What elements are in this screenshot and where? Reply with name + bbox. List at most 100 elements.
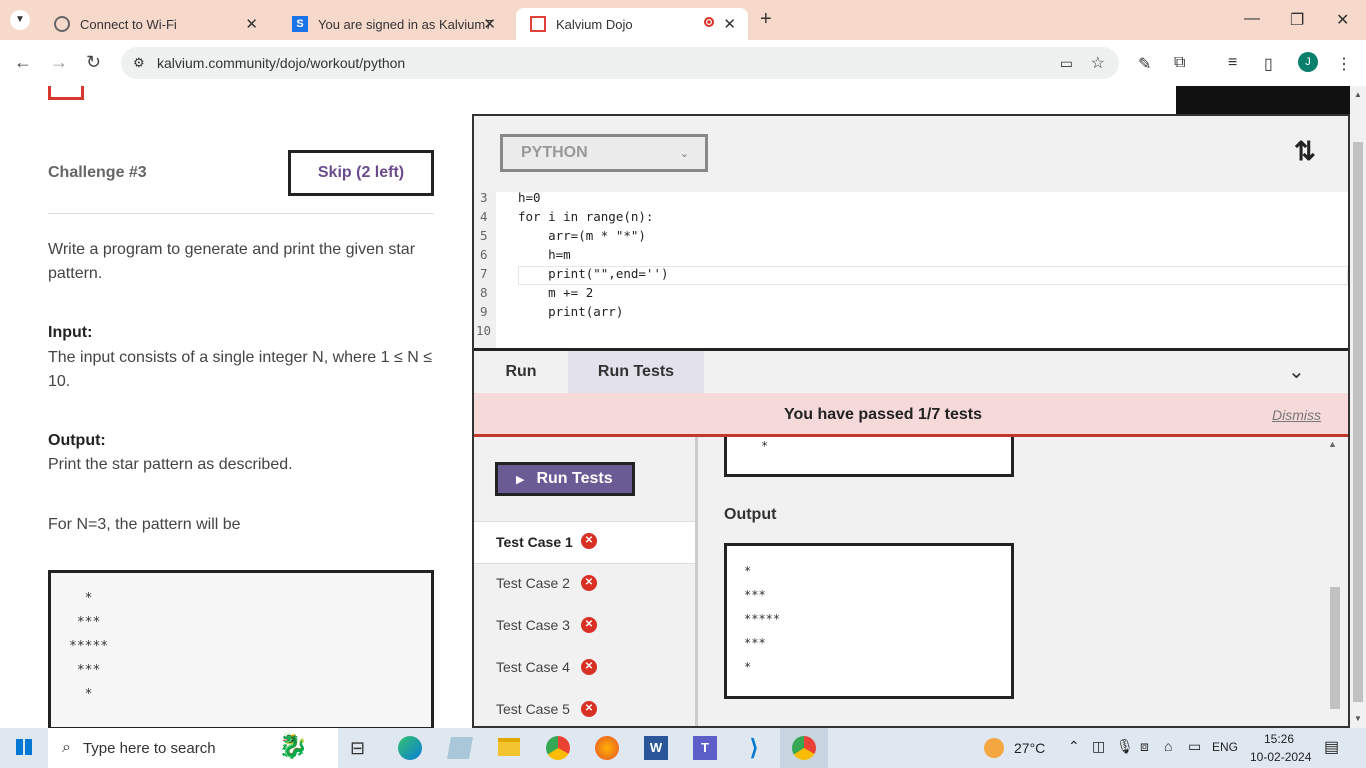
webcam-icon[interactable]: ⧈ bbox=[1140, 738, 1149, 755]
code-line: 10 bbox=[474, 323, 1348, 342]
network-icon[interactable]: ⌂ bbox=[1164, 738, 1172, 754]
reload-icon[interactable]: ↻ bbox=[86, 52, 101, 73]
test-case-item[interactable]: Test Case 4 ✕ bbox=[474, 647, 695, 689]
scroll-up-icon[interactable]: ▲ bbox=[1354, 90, 1362, 99]
inner-scrollbar-thumb[interactable] bbox=[1330, 587, 1340, 709]
example-line: *** bbox=[69, 615, 101, 630]
tray-chevron-icon[interactable]: ⌃ bbox=[1068, 738, 1080, 755]
chrome-icon[interactable] bbox=[546, 736, 570, 760]
media-icon[interactable]: ≡ bbox=[1228, 54, 1237, 72]
microphone-icon[interactable]: 🎙 bbox=[1116, 738, 1134, 755]
file-explorer-icon[interactable] bbox=[498, 738, 520, 756]
tab-title: You are signed in as Kalvium7 bbox=[318, 16, 493, 32]
tab-run-label: Run bbox=[505, 363, 537, 380]
fail-icon: ✕ bbox=[581, 659, 597, 675]
skip-button[interactable]: Skip (2 left) bbox=[288, 150, 434, 196]
bookmark-star-icon[interactable]: ☆ bbox=[1091, 53, 1105, 73]
page-scrollbar-thumb[interactable] bbox=[1353, 142, 1363, 702]
teams-icon[interactable]: T bbox=[693, 736, 717, 760]
swap-layout-icon[interactable]: ⇅ bbox=[1294, 136, 1316, 167]
run-tests-button[interactable]: ▶ Run Tests bbox=[495, 462, 635, 496]
scroll-down-icon[interactable]: ▼ bbox=[1354, 714, 1362, 723]
play-icon: ▶ bbox=[516, 473, 525, 486]
vscode-icon[interactable]: ⟩ bbox=[742, 736, 766, 760]
chrome-active-icon[interactable] bbox=[780, 728, 828, 768]
close-icon[interactable]: ✕ bbox=[723, 15, 736, 33]
task-view-icon[interactable]: ⊟ bbox=[350, 738, 365, 759]
code-line: 9 print(arr) bbox=[474, 304, 1348, 323]
avatar[interactable]: J bbox=[1298, 52, 1318, 72]
page-scrollbar[interactable]: ▲ ▼ bbox=[1350, 86, 1366, 728]
line-number: 9 bbox=[480, 304, 488, 319]
s-logo-icon: S bbox=[292, 16, 308, 32]
tab-kalvium-dojo[interactable]: Kalvium Dojo ✕ bbox=[516, 8, 748, 40]
test-case-item[interactable]: Test Case 3 ✕ bbox=[474, 605, 695, 647]
actual-output-box: * *** ***** *** * bbox=[724, 543, 1014, 699]
output-label: Output bbox=[724, 506, 777, 523]
close-icon[interactable]: ✕ bbox=[245, 15, 258, 33]
collapse-chevron-icon[interactable]: ⌄ bbox=[1288, 359, 1305, 384]
close-icon[interactable]: ✕ bbox=[483, 15, 496, 33]
tab-search-icon[interactable]: ▼ bbox=[10, 10, 30, 30]
scroll-up-icon[interactable]: ▲ bbox=[1328, 439, 1337, 449]
cast-icon[interactable]: ▭ bbox=[1060, 55, 1073, 72]
tab-title: Kalvium Dojo bbox=[556, 16, 633, 32]
extensions-icon[interactable]: ⧉ bbox=[1174, 54, 1185, 72]
tab-wifi[interactable]: Connect to Wi-Fi ✕ bbox=[40, 8, 270, 40]
line-number: 8 bbox=[480, 285, 488, 300]
line-number: 5 bbox=[480, 228, 488, 243]
back-icon[interactable]: ← bbox=[14, 52, 32, 73]
test-case-label: Test Case 2 bbox=[496, 575, 570, 591]
weather-icon[interactable] bbox=[984, 738, 1004, 758]
line-number: 7 bbox=[480, 266, 488, 281]
code-editor[interactable]: 3 h=0 4 for i in range(n): 5 arr=(m * "*… bbox=[474, 192, 1348, 348]
tab-run[interactable]: Run bbox=[474, 351, 568, 393]
site-settings-icon[interactable]: ⚙ bbox=[133, 55, 145, 71]
meet-icon[interactable]: ◫ bbox=[1092, 738, 1105, 755]
kalvium-logo[interactable] bbox=[48, 86, 84, 100]
notes-icon[interactable] bbox=[447, 737, 473, 759]
recording-icon bbox=[704, 17, 714, 27]
console-tabs: Run Run Tests ⌄ bbox=[474, 351, 1348, 393]
display-icon[interactable]: ▭ bbox=[1188, 738, 1201, 755]
url-field[interactable]: ⚙ kalvium.community/dojo/workout/python … bbox=[121, 47, 1119, 79]
output-line: ***** bbox=[744, 612, 781, 626]
windows-start-icon[interactable] bbox=[16, 739, 32, 755]
example-line: * bbox=[69, 687, 93, 702]
notifications-icon[interactable]: ▤ bbox=[1324, 737, 1339, 757]
close-window-icon[interactable]: ✕ bbox=[1336, 10, 1349, 30]
output-line: * bbox=[744, 660, 752, 674]
clock-time[interactable]: 15:26 bbox=[1264, 732, 1294, 746]
tab-run-tests[interactable]: Run Tests bbox=[568, 351, 704, 393]
dragon-icon[interactable]: 🐉 bbox=[278, 732, 308, 761]
search-placeholder: Type here to search bbox=[82, 739, 216, 757]
skip-button-label: Skip (2 left) bbox=[317, 164, 405, 181]
side-panel-icon[interactable]: ▯ bbox=[1264, 54, 1273, 74]
dismiss-link[interactable]: Dismiss bbox=[1272, 407, 1321, 423]
line-code: arr=(m * "*") bbox=[518, 228, 646, 243]
code-line: 6 h=m bbox=[474, 247, 1348, 266]
challenge-description: Write a program to generate and print th… bbox=[48, 241, 416, 282]
language-indicator[interactable]: ENG bbox=[1212, 740, 1238, 754]
test-case-item[interactable]: Test Case 2 ✕ bbox=[474, 563, 695, 605]
code-line: 5 arr=(m * "*") bbox=[474, 228, 1348, 247]
minimize-icon[interactable]: — bbox=[1244, 10, 1260, 28]
edge-icon[interactable] bbox=[398, 736, 422, 760]
word-icon[interactable]: W bbox=[644, 736, 668, 760]
firefox-icon[interactable] bbox=[595, 736, 619, 760]
expected-output-box: * bbox=[724, 437, 1014, 477]
chrome-icon bbox=[792, 736, 816, 760]
output-line: * bbox=[744, 564, 752, 578]
clock-date[interactable]: 10-02-2024 bbox=[1250, 750, 1311, 764]
new-tab-icon[interactable]: + bbox=[760, 8, 772, 31]
forward-icon[interactable]: → bbox=[50, 52, 68, 73]
code-line: 7 print("",end='') bbox=[474, 266, 1348, 285]
pen-icon[interactable]: ✎ bbox=[1138, 54, 1151, 74]
restore-icon[interactable]: ❐ bbox=[1290, 10, 1304, 30]
test-case-item[interactable]: Test Case 5 ✕ bbox=[474, 689, 695, 726]
menu-icon[interactable]: ⋮ bbox=[1336, 54, 1352, 74]
test-case-item[interactable]: Test Case 1 ✕ bbox=[474, 521, 695, 564]
tab-signed-in[interactable]: S You are signed in as Kalvium7 ✕ bbox=[278, 8, 508, 40]
temperature[interactable]: 27°C bbox=[1014, 740, 1045, 756]
language-select[interactable]: PYTHON ⌄ bbox=[500, 134, 708, 172]
